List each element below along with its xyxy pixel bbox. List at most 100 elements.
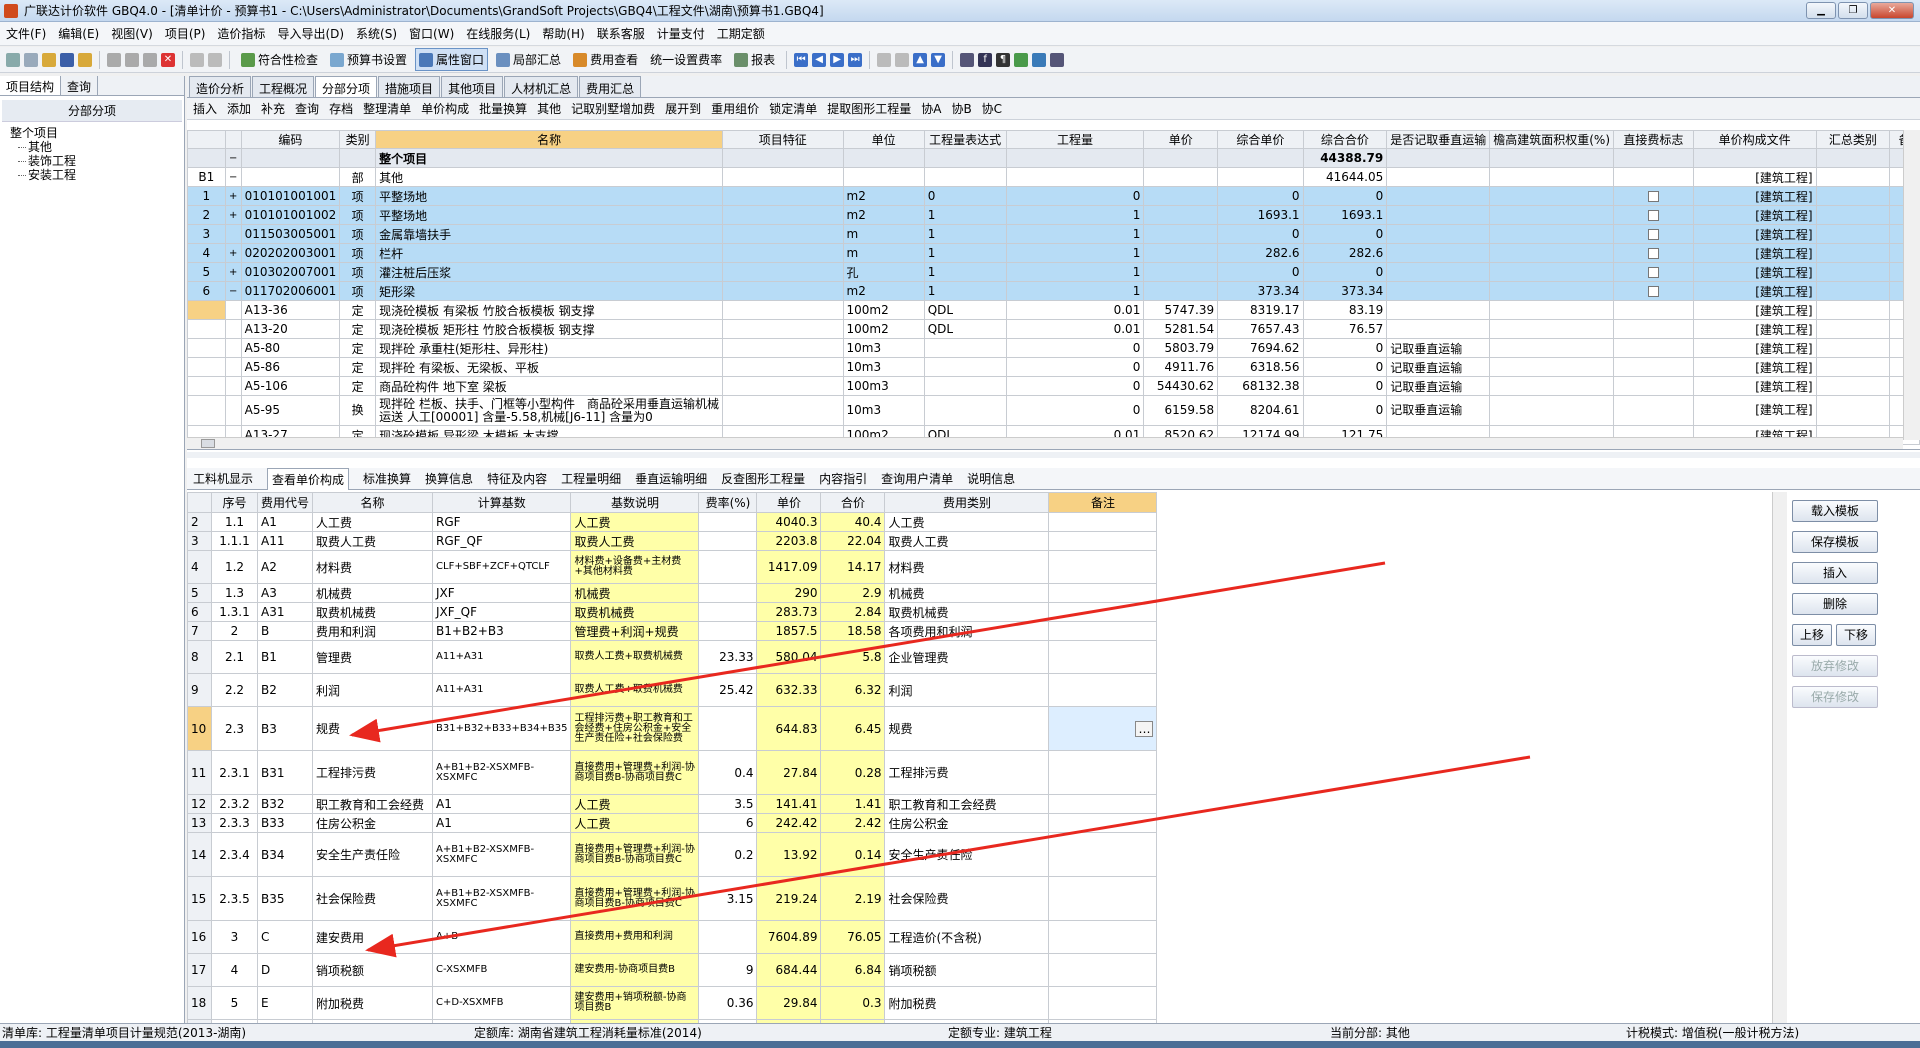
column-header[interactable]: 费率(%) [698, 492, 758, 513]
cell-total[interactable]: 44388.79 [1302, 148, 1388, 168]
column-header[interactable] [224, 130, 242, 149]
cell-fee-category[interactable]: 工程排污费 [884, 750, 1050, 795]
cell-file[interactable]: [建筑工程] [1692, 281, 1817, 301]
cell-fee-category[interactable]: 人工费 [884, 512, 1050, 532]
cell-code[interactable]: A11 [256, 531, 314, 551]
move-down-icon[interactable]: ▼ [931, 52, 946, 67]
column-header[interactable]: 编码 [240, 130, 341, 149]
bottom-tab[interactable]: 反查图形工程量 [721, 470, 805, 487]
cell-fee-category[interactable]: 工程造价(不含税) [884, 920, 1050, 954]
column-header[interactable]: 单位 [842, 130, 925, 149]
cell-rate[interactable] [698, 920, 758, 954]
cell-code[interactable]: 011702006001 [240, 281, 341, 301]
cell-base[interactable]: B31+B32+B33+B34+B35 [432, 706, 572, 751]
cell-summary-category[interactable] [1815, 224, 1891, 244]
column-header[interactable]: 项目特征 [722, 130, 844, 149]
cell-note[interactable] [1048, 673, 1158, 707]
cell-uprice[interactable]: 8204.61 [1217, 395, 1304, 426]
report-button[interactable]: 报表 [730, 48, 779, 71]
cell-name[interactable]: 灌注桩后压浆 [375, 262, 724, 282]
bottom-tab[interactable]: 内容指引 [819, 470, 867, 487]
cell-base[interactable]: A11+A31 [432, 673, 572, 707]
cell-summary-category[interactable] [1815, 338, 1891, 358]
cell-total[interactable]: 5.8 [820, 640, 886, 674]
cell-feature[interactable] [722, 357, 844, 377]
tab-labor-material[interactable]: 人材机汇总 [504, 76, 579, 97]
menu-payment[interactable]: 计量支付 [657, 25, 705, 42]
cell-unit[interactable]: m2 [842, 281, 925, 301]
cell-feature[interactable] [722, 243, 844, 263]
cell-note[interactable] [1048, 750, 1158, 795]
cell-expr[interactable]: 1 [923, 205, 1007, 225]
cell-fee-category[interactable]: 职工教育和工会经费 [884, 794, 1050, 814]
cell-price[interactable]: 27.84 [756, 750, 822, 795]
cell-feature[interactable] [722, 338, 844, 358]
minimize-button[interactable]: ▁ [1806, 2, 1836, 19]
cell-price[interactable]: 29.84 [756, 986, 822, 1020]
cell-price[interactable]: 1857.5 [756, 621, 822, 641]
cell-summary-category[interactable] [1815, 281, 1891, 301]
tab-project-structure[interactable]: 项目结构 [0, 76, 62, 95]
cell-summary-category[interactable] [1815, 167, 1891, 187]
move-left-icon[interactable] [877, 52, 892, 67]
column-header[interactable]: 单价构成文件 [1692, 130, 1817, 149]
cell-type[interactable]: 项 [339, 262, 377, 282]
cell-total[interactable]: 0 [1302, 357, 1388, 377]
cell-vert[interactable] [1386, 167, 1491, 187]
column-header[interactable]: 汇总类别 [1815, 130, 1891, 149]
sub-toolbar-item[interactable]: 重用组价 [711, 100, 759, 117]
menu-system[interactable]: 系统(S) [356, 25, 397, 42]
cell-total[interactable]: 41644.05 [1302, 167, 1388, 187]
cell-price[interactable]: 54430.62 [1143, 376, 1219, 396]
table-row[interactable]: A13-20 定现浇砼模板 矩形柱 竹胶合板模板 钢支撑 100m2 QDL 0.01 5… [187, 319, 1920, 339]
cell-file[interactable]: [建筑工程] [1692, 262, 1817, 282]
cell-base-desc[interactable]: 取费人工费 [570, 531, 700, 551]
cell-fee-category[interactable]: 取费机械费 [884, 602, 1050, 622]
cell-summary-category[interactable] [1815, 186, 1891, 206]
cell-rate[interactable] [698, 512, 758, 532]
table-row[interactable]: 7 2 B 费用和利润 B1+B2+B3 管理费+利润+规费 1857.5 18.58 各项费用… [187, 621, 1158, 641]
cut-icon[interactable] [107, 52, 121, 67]
cell-note[interactable] [1048, 813, 1158, 833]
tree-item[interactable]: 装饰工程 [10, 154, 184, 168]
cell-total[interactable]: 282.6 [1302, 243, 1388, 263]
column-header[interactable]: 类别 [339, 130, 377, 149]
cell-file[interactable] [1692, 148, 1817, 168]
cell-summary-category[interactable] [1815, 395, 1891, 426]
checkbox[interactable] [1647, 267, 1659, 278]
direct-fee-cell[interactable] [1613, 243, 1694, 263]
cell-price[interactable]: 644.83 [756, 706, 822, 751]
table-row[interactable]: 9 2.2 B2 利润 A11+A31 取费人工费+取费机械费 25.42 632.33 6.3… [187, 673, 1158, 707]
cell-qty[interactable]: 1 [1005, 262, 1145, 282]
cell-vert[interactable] [1386, 300, 1491, 320]
tab-query[interactable]: 查询 [61, 76, 99, 95]
cell-code[interactable]: B33 [256, 813, 314, 833]
cell-note[interactable]: … [1048, 706, 1158, 751]
cell-uprice[interactable] [1217, 148, 1304, 168]
cell-name[interactable]: 附加税费 [312, 986, 434, 1020]
cell-rate[interactable]: 0.36 [698, 986, 758, 1020]
cell-total[interactable]: 2.9 [820, 583, 886, 603]
cell-price[interactable]: 1417.09 [756, 550, 822, 584]
tree-item[interactable]: 安装工程 [10, 168, 184, 182]
cell-total[interactable]: 1.41 [820, 794, 886, 814]
column-header[interactable]: 备注 [1048, 492, 1158, 513]
cell-name[interactable]: 利润 [312, 673, 434, 707]
cell-rate[interactable]: 0.4 [698, 750, 758, 795]
cell-code[interactable]: B32 [256, 794, 314, 814]
cell-base[interactable]: RGF [432, 512, 572, 532]
next-icon[interactable]: ▶ [830, 52, 845, 67]
expand-toggle[interactable] [224, 395, 242, 426]
cell-uprice[interactable]: 0 [1217, 262, 1304, 282]
cell-total[interactable]: 0 [1302, 262, 1388, 282]
cell-uprice[interactable]: 8319.17 [1217, 300, 1304, 320]
cell-price[interactable]: 4911.76 [1143, 357, 1219, 377]
tree-item[interactable]: 其他 [10, 140, 184, 154]
bottom-tab[interactable]: 工料机显示 [193, 470, 253, 487]
cell-code[interactable]: A13-20 [240, 319, 341, 339]
cell-name[interactable]: 取费人工费 [312, 531, 434, 551]
cell-expr[interactable]: 1 [923, 243, 1007, 263]
direct-fee-cell[interactable] [1613, 262, 1694, 282]
menu-view[interactable]: 视图(V) [111, 25, 153, 42]
cell-unit[interactable]: 10m3 [842, 338, 925, 358]
